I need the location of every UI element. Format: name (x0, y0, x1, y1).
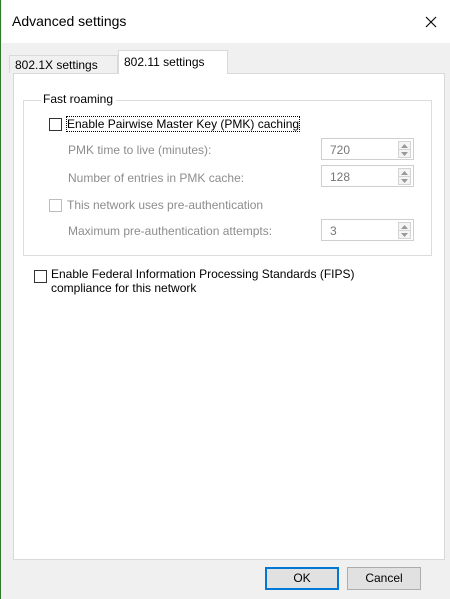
pmk-ttl-spinbox[interactable]: 720 (321, 138, 414, 160)
pre-auth-checkbox[interactable] (49, 199, 62, 212)
fips-checkbox[interactable] (34, 270, 47, 283)
spin-down-icon (401, 232, 408, 237)
close-icon (425, 16, 437, 27)
title-bar: Advanced settings (2, 0, 450, 43)
pre-auth-label[interactable]: This network uses pre-authentication (67, 198, 263, 212)
close-button[interactable] (411, 0, 450, 43)
pmk-entries-label: Number of entries in PMK cache: (68, 171, 245, 185)
tab-802-11-settings[interactable]: 802.11 settings (118, 50, 228, 74)
max-pre-auth-decrement[interactable] (398, 230, 411, 239)
pmk-ttl-label: PMK time to live (minutes): (68, 143, 212, 157)
fips-label-line-2: compliance for this network (51, 281, 197, 295)
pmk-caching-label[interactable]: Enable Pairwise Master Key (PMK) caching (65, 116, 301, 132)
pmk-entries-value[interactable]: 128 (330, 170, 350, 184)
spin-down-icon (401, 178, 408, 183)
fips-label-line-1: Enable Federal Information Processing St… (51, 267, 355, 281)
spin-up-icon (401, 170, 408, 175)
ok-button[interactable]: OK (265, 567, 339, 590)
cancel-button[interactable]: Cancel (347, 567, 421, 590)
max-pre-auth-value[interactable]: 3 (330, 224, 337, 238)
max-pre-auth-spinbox[interactable]: 3 (321, 219, 414, 241)
max-pre-auth-label: Maximum pre-authentication attempts: (68, 224, 273, 238)
pmk-ttl-value[interactable]: 720 (330, 143, 350, 157)
spin-up-icon (401, 224, 408, 229)
spin-up-icon (401, 143, 408, 148)
spin-down-icon (401, 151, 408, 156)
pmk-ttl-decrement[interactable] (398, 149, 411, 158)
fast-roaming-legend: Fast roaming (41, 92, 117, 106)
pmk-entries-decrement[interactable] (398, 176, 411, 185)
pmk-caching-checkbox[interactable] (49, 118, 62, 131)
fips-label[interactable]: Enable Federal Information Processing St… (51, 267, 354, 295)
window-title: Advanced settings (12, 13, 127, 29)
pmk-entries-spinbox[interactable]: 128 (321, 165, 414, 187)
advanced-settings-dialog: Advanced settings 802.1X settings 802.11… (0, 0, 450, 599)
tab-802-1x-settings[interactable]: 802.1X settings (9, 55, 118, 73)
